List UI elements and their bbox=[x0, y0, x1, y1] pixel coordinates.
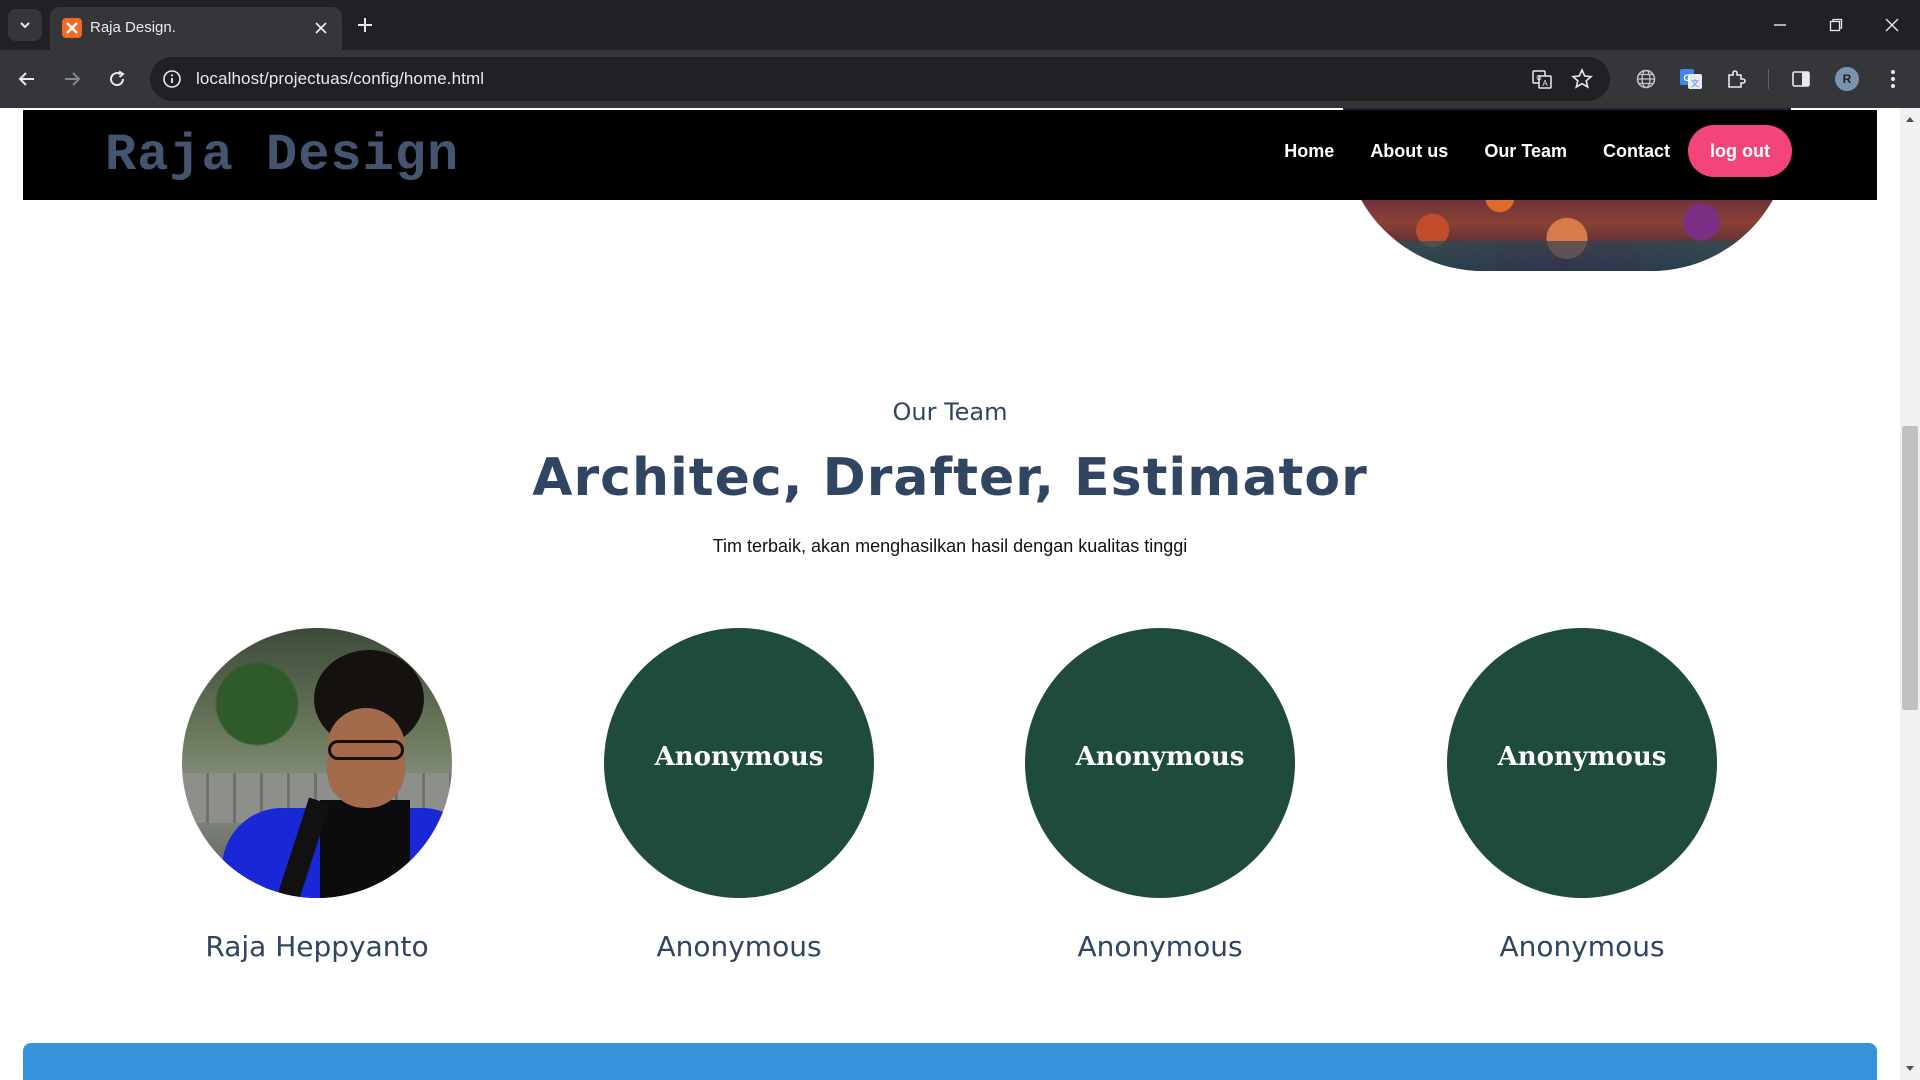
avatar: R bbox=[1835, 67, 1859, 91]
close-icon bbox=[1885, 18, 1899, 32]
scroll-thumb[interactable] bbox=[1902, 426, 1918, 710]
member-photo bbox=[182, 628, 452, 898]
url-text: localhost/projectuas/config/home.html bbox=[196, 69, 485, 88]
placeholder-label: Anonymous bbox=[654, 742, 824, 772]
nav-our-team[interactable]: Our Team bbox=[1484, 141, 1567, 162]
scroll-up-arrow-icon[interactable] bbox=[1900, 112, 1920, 126]
browser-tab[interactable]: Raja Design. bbox=[50, 7, 342, 50]
section-headline: Architec, Drafter, Estimator bbox=[532, 448, 1368, 508]
toolbar-separator bbox=[1768, 69, 1769, 89]
arrow-right-icon bbox=[65, 72, 81, 86]
section-tagline: Tim terbaik, akan menghasilkan hasil den… bbox=[712, 536, 1188, 556]
minimize-icon bbox=[1774, 24, 1786, 26]
restore-icon bbox=[1829, 18, 1843, 32]
nav-about-us[interactable]: About us bbox=[1370, 141, 1448, 162]
tab-search-button[interactable] bbox=[8, 9, 42, 41]
plus-icon bbox=[358, 18, 372, 32]
member-placeholder-circle: Anonymous bbox=[1025, 628, 1295, 898]
browser-toolbar: localhost/projectuas/config/home.html AG… bbox=[0, 50, 1920, 108]
placeholder-label: Anonymous bbox=[1075, 742, 1245, 772]
side-panel-icon[interactable] bbox=[1785, 63, 1817, 95]
back-button[interactable] bbox=[10, 62, 44, 96]
google-translate-extension-icon[interactable]: G文 bbox=[1675, 63, 1707, 95]
site-nav: Home About us Our Team Contact log out bbox=[1248, 125, 1792, 177]
logout-button[interactable]: log out bbox=[1688, 125, 1792, 177]
team-section: Our Team Architec, Drafter, Estimator Ti… bbox=[0, 398, 1900, 557]
member-name: Raja Heppyanto bbox=[205, 930, 429, 963]
scroll-down-arrow-icon[interactable] bbox=[1900, 1062, 1920, 1076]
team-member-card: Raja Heppyanto bbox=[182, 628, 452, 963]
tab-title: Raja Design. bbox=[90, 19, 176, 36]
forward-button[interactable] bbox=[55, 62, 89, 96]
site-info-icon[interactable] bbox=[160, 67, 184, 91]
member-placeholder-circle: Anonymous bbox=[1447, 628, 1717, 898]
svg-text:G: G bbox=[1683, 73, 1690, 83]
next-section-band bbox=[23, 1043, 1877, 1080]
close-window-button[interactable] bbox=[1864, 0, 1920, 50]
member-name: Anonymous bbox=[1499, 930, 1665, 963]
team-member-card: Anonymous Anonymous bbox=[604, 628, 874, 963]
svg-text:文: 文 bbox=[1691, 78, 1699, 88]
team-member-card: Anonymous Anonymous bbox=[1447, 628, 1717, 963]
profile-avatar[interactable]: R bbox=[1831, 63, 1863, 95]
page-scrollbar[interactable] bbox=[1900, 108, 1920, 1080]
svg-text:A: A bbox=[1542, 79, 1548, 88]
site-header: Raja Design Home About us Our Team Conta… bbox=[23, 110, 1877, 200]
chevron-down-icon bbox=[20, 22, 30, 29]
address-bar[interactable]: localhost/projectuas/config/home.html AG bbox=[150, 57, 1610, 101]
site-logo[interactable]: Raja Design bbox=[105, 126, 459, 185]
nav-home[interactable]: Home bbox=[1284, 141, 1334, 162]
placeholder-label: Anonymous bbox=[1497, 742, 1667, 772]
restore-button[interactable] bbox=[1808, 0, 1864, 50]
page-viewport: Raja Design Home About us Our Team Conta… bbox=[0, 108, 1920, 1080]
section-eyebrow: Our Team bbox=[892, 398, 1008, 426]
new-tab-button[interactable] bbox=[350, 10, 380, 40]
browser-tab-strip: Raja Design. bbox=[0, 0, 1920, 50]
member-name: Anonymous bbox=[656, 930, 822, 963]
minimize-button[interactable] bbox=[1752, 0, 1808, 50]
extensions-puzzle-icon[interactable] bbox=[1720, 63, 1752, 95]
reload-button[interactable] bbox=[100, 62, 134, 96]
svg-text:G: G bbox=[1536, 75, 1541, 82]
xampp-favicon-icon bbox=[62, 18, 82, 38]
translate-icon[interactable]: AG bbox=[1528, 65, 1556, 93]
team-member-card: Anonymous Anonymous bbox=[1025, 628, 1295, 963]
bookmark-star-icon[interactable] bbox=[1568, 65, 1596, 93]
member-placeholder-circle: Anonymous bbox=[604, 628, 874, 898]
nav-contact[interactable]: Contact bbox=[1603, 141, 1670, 162]
reload-icon bbox=[110, 70, 125, 87]
member-name: Anonymous bbox=[1077, 930, 1243, 963]
arrow-left-icon bbox=[18, 72, 34, 86]
tab-close-icon[interactable] bbox=[308, 15, 334, 41]
browser-menu-icon[interactable] bbox=[1877, 63, 1909, 95]
globe-extension-icon[interactable] bbox=[1630, 63, 1662, 95]
